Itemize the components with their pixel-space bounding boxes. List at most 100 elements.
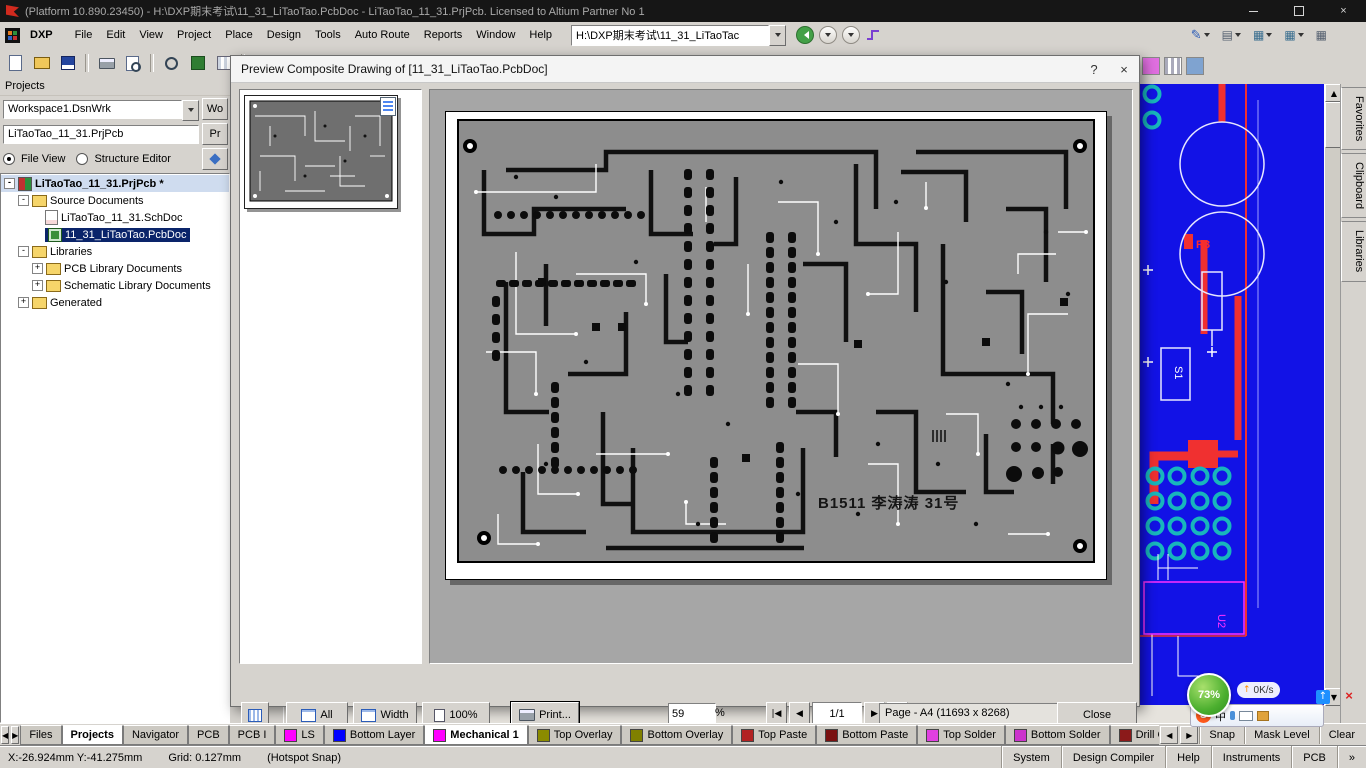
toolbox-icon[interactable]: [1257, 710, 1269, 721]
menu-tools[interactable]: Tools: [308, 25, 348, 45]
print-preview-icon[interactable]: [121, 52, 144, 74]
workspace-dropdown-icon[interactable]: [182, 99, 199, 121]
structure-editor-radio[interactable]: [76, 153, 89, 165]
menu-dxp[interactable]: DXP: [23, 25, 60, 45]
sheet-dropdown-button[interactable]: ▤: [1219, 27, 1244, 43]
new-document-icon[interactable]: [4, 52, 27, 74]
fit-board-icon[interactable]: [186, 52, 209, 74]
layer-scroll-right-icon[interactable]: ▶: [1180, 726, 1199, 744]
address-dropdown-icon[interactable]: [769, 24, 787, 46]
panel-tab-pcb-inspector[interactable]: PCB I: [228, 725, 276, 745]
status-menu-overflow-icon[interactable]: »: [1336, 746, 1366, 768]
menu-project[interactable]: Project: [170, 25, 218, 45]
memory-speedball[interactable]: 73%: [1187, 673, 1231, 717]
maximize-button[interactable]: [1276, 0, 1321, 22]
layer-scroll-left-icon[interactable]: ◀: [1160, 726, 1179, 744]
vertical-scrollbar[interactable]: ▲ ▼: [1324, 84, 1343, 706]
tree-item-libraries[interactable]: - Libraries: [1, 243, 229, 260]
save-icon[interactable]: [56, 52, 79, 74]
expand-toggle-icon[interactable]: -: [18, 246, 29, 257]
float-close-icon[interactable]: ×: [1342, 689, 1356, 703]
layer-tab-drill-guide[interactable]: Drill Guide: [1109, 725, 1160, 745]
track-tool-icon[interactable]: [1186, 57, 1204, 75]
tree-item-pcbdoc-selected[interactable]: 11_31_LiTaoTao.PcbDoc: [1, 226, 229, 243]
layer-tab-bottom-overlay[interactable]: Bottom Overlay: [621, 725, 733, 745]
menu-edit[interactable]: Edit: [99, 25, 132, 45]
print-icon[interactable]: [95, 52, 118, 74]
expand-toggle-icon[interactable]: +: [32, 263, 43, 274]
zoom-percent-input[interactable]: [668, 703, 716, 725]
nav-back-button[interactable]: [796, 26, 815, 44]
clear-button[interactable]: Clear: [1318, 726, 1364, 744]
minimize-button[interactable]: [1231, 0, 1276, 22]
dialog-help-button[interactable]: ?: [1079, 56, 1109, 82]
pad-tool-icon[interactable]: [1142, 57, 1160, 75]
workspace-button[interactable]: Wo: [202, 98, 228, 120]
via-tool-icon[interactable]: [1164, 57, 1182, 75]
open-icon[interactable]: [30, 52, 53, 74]
pcb-canvas[interactable]: R3 S1 U2: [1138, 84, 1324, 723]
menu-help[interactable]: Help: [522, 25, 559, 45]
close-button[interactable]: ×: [1321, 0, 1366, 22]
panel-tab-projects[interactable]: Projects: [61, 725, 123, 745]
project-field[interactable]: LiTaoTao_11_31.PrjPcb: [3, 124, 199, 144]
layers-dropdown-button[interactable]: ▦: [1250, 27, 1275, 43]
tabs-scroll-right-icon[interactable]: ▶: [11, 726, 20, 744]
tree-item-schematic-library-documents[interactable]: + Schematic Library Documents: [1, 277, 229, 294]
address-combobox[interactable]: H:\DXP期末考试\11_31_LiTaoTac: [571, 24, 770, 46]
tree-item-source-documents[interactable]: - Source Documents: [1, 192, 229, 209]
layer-tab-bottom-layer[interactable]: Bottom Layer: [323, 725, 425, 745]
table-button[interactable]: ▦: [1313, 27, 1330, 43]
file-view-radio[interactable]: [3, 153, 15, 165]
layer-tab-bottom-paste[interactable]: Bottom Paste: [816, 725, 918, 745]
tree-item-pcb-library-documents[interactable]: + PCB Library Documents: [1, 260, 229, 277]
menu-reports[interactable]: Reports: [417, 25, 470, 45]
expand-toggle-icon[interactable]: -: [18, 195, 29, 206]
tab-clipboard[interactable]: Clipboard: [1341, 153, 1366, 219]
menu-design[interactable]: Design: [260, 25, 308, 45]
workspace-select[interactable]: Workspace1.DsnWrk: [3, 99, 199, 121]
tab-favorites[interactable]: Favorites: [1341, 87, 1366, 151]
expand-toggle-icon[interactable]: -: [4, 178, 15, 189]
tree-item-generated[interactable]: + Generated: [1, 294, 229, 311]
tree-item-schdoc[interactable]: LiTaoTao_11_31.SchDoc: [1, 209, 229, 226]
board-thumbnail[interactable]: [244, 95, 398, 209]
expand-toggle-icon[interactable]: +: [18, 297, 29, 308]
status-menu-instruments[interactable]: Instruments: [1210, 746, 1291, 768]
panel-options-button[interactable]: [202, 148, 228, 170]
menu-view[interactable]: View: [132, 25, 170, 45]
panel-tab-files[interactable]: Files: [20, 725, 62, 745]
layer-tab-bottom-solder[interactable]: Bottom Solder: [1004, 725, 1110, 745]
expand-toggle-icon[interactable]: +: [32, 280, 43, 291]
zoom-icon[interactable]: [160, 52, 183, 74]
layer-tab-mechanical-1[interactable]: Mechanical 1: [424, 725, 528, 745]
project-button[interactable]: Pr: [202, 123, 228, 145]
layer-tab-top-solder[interactable]: Top Solder: [917, 725, 1005, 745]
tree-item-project-root[interactable]: - LiTaoTao_11_31.PrjPcb *: [1, 175, 229, 192]
panel-tab-pcb[interactable]: PCB: [188, 725, 229, 745]
status-menu-pcb[interactable]: PCB: [1291, 746, 1337, 768]
dialog-close-icon[interactable]: ×: [1109, 56, 1139, 82]
mic-icon[interactable]: [1230, 711, 1235, 720]
panel-tab-navigator[interactable]: Navigator: [122, 725, 189, 745]
menu-auto-route[interactable]: Auto Route: [348, 25, 417, 45]
keyboard-icon[interactable]: [1239, 710, 1253, 721]
layer-tab-top-paste[interactable]: Top Paste: [732, 725, 817, 745]
layer-tab-ls[interactable]: LS: [275, 725, 324, 745]
nav-history-button[interactable]: [842, 26, 861, 44]
route-icon[interactable]: [865, 27, 881, 43]
dxp-logo-icon[interactable]: [5, 27, 20, 43]
menu-place[interactable]: Place: [218, 25, 260, 45]
float-upload-icon[interactable]: ↑: [1316, 690, 1330, 704]
status-menu-system[interactable]: System: [1001, 746, 1061, 768]
snap-button[interactable]: Snap: [1199, 726, 1244, 744]
tabs-scroll-left-icon[interactable]: ◀: [1, 726, 10, 744]
layer-tab-top-overlay[interactable]: Top Overlay: [527, 725, 622, 745]
grid-dropdown-button[interactable]: ▦: [1281, 27, 1306, 43]
status-menu-help[interactable]: Help: [1165, 746, 1211, 768]
menu-window[interactable]: Window: [469, 25, 522, 45]
tab-libraries[interactable]: Libraries: [1341, 221, 1366, 282]
annotate-dropdown-button[interactable]: ✎: [1188, 27, 1213, 44]
mask-level-button[interactable]: Mask Level: [1244, 726, 1319, 744]
status-menu-design-compiler[interactable]: Design Compiler: [1060, 746, 1165, 768]
